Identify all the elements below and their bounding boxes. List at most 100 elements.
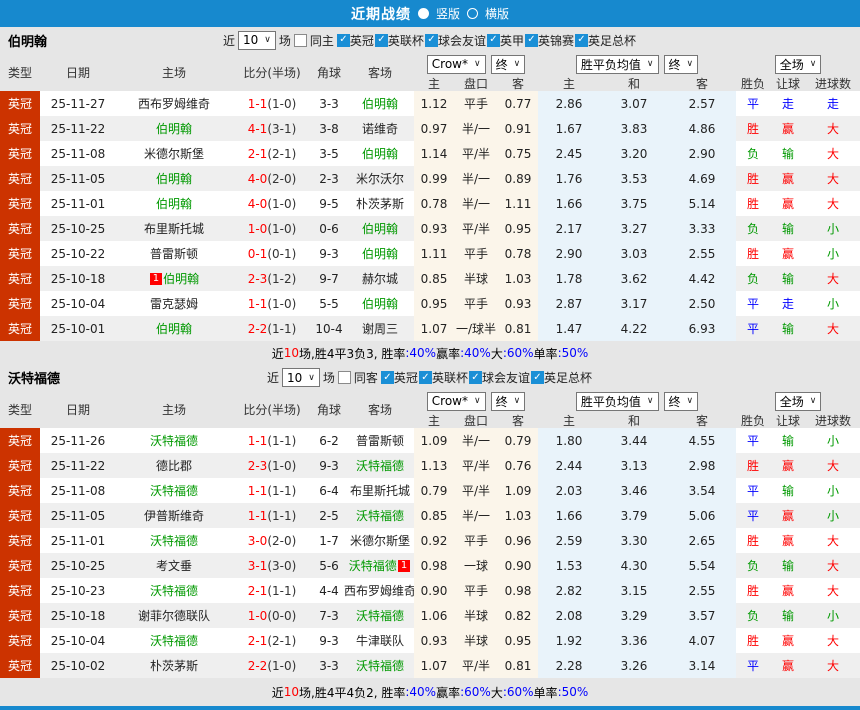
avg-final-select[interactable]: 终 ∨ (663, 391, 699, 411)
home-team-name[interactable]: 沃特福德 (150, 582, 198, 599)
match-type-badge[interactable]: 英冠 (0, 266, 40, 291)
home-team-name[interactable]: 米德尔斯堡 (144, 145, 204, 162)
match-type-badge[interactable]: 英冠 (0, 141, 40, 166)
away-team-name[interactable]: 普雷斯顿 (356, 432, 404, 449)
avg-odds-select[interactable]: 胜平负均值 ∨ (575, 54, 659, 74)
away-team-name[interactable]: 诺维奇 (362, 120, 398, 137)
match-type-badge[interactable]: 英冠 (0, 628, 40, 653)
home-team-name[interactable]: 伯明翰 (156, 195, 192, 212)
match-type-badge[interactable]: 英冠 (0, 453, 40, 478)
league-filter[interactable]: ✓ 球会友谊 (468, 369, 530, 386)
league-filter[interactable]: ✓ 英联杯 (418, 369, 468, 386)
match-type-badge[interactable]: 英冠 (0, 91, 40, 116)
away-team-name[interactable]: 伯明翰 (362, 220, 398, 237)
away-team-name[interactable]: 米尔沃尔 (356, 170, 404, 187)
home-team-name[interactable]: 布里斯托城 (144, 220, 204, 237)
league-checkbox[interactable]: ✓ (418, 371, 432, 384)
horizontal-layout-label[interactable]: 横版 (485, 5, 509, 22)
league-filter[interactable]: ✓ 英冠 (380, 369, 418, 386)
away-team-name[interactable]: 米德尔斯堡 (350, 532, 410, 549)
league-checkbox[interactable]: ✓ (374, 33, 388, 47)
match-type-badge[interactable]: 英冠 (0, 503, 40, 528)
away-team-name[interactable]: 赫尔城 (362, 270, 398, 287)
vertical-layout-radio[interactable] (417, 8, 429, 19)
away-team-name[interactable]: 沃特福德 (356, 507, 404, 524)
away-team-name[interactable]: 西布罗姆维奇 (344, 582, 416, 599)
match-type-badge[interactable]: 英冠 (0, 116, 40, 141)
match-type-badge[interactable]: 英冠 (0, 653, 40, 678)
match-count-select[interactable]: 10 ∨ (238, 30, 276, 50)
home-team-name[interactable]: 伯明翰 (156, 170, 192, 187)
away-team-name[interactable]: 伯明翰 (362, 95, 398, 112)
match-type-badge[interactable]: 英冠 (0, 578, 40, 603)
league-filter[interactable]: ✓ 英锦赛 (524, 32, 574, 49)
odds-final-select[interactable]: 终 ∨ (490, 391, 526, 411)
match-type-badge[interactable]: 英冠 (0, 603, 40, 628)
away-team-name[interactable]: 沃特福德 (356, 607, 404, 624)
home-team-name[interactable]: 伯明翰 (163, 270, 199, 287)
home-team-name[interactable]: 沃特福德 (150, 432, 198, 449)
handicap-outcome: 输 (781, 559, 794, 573)
match-type-badge[interactable]: 英冠 (0, 528, 40, 553)
goals-outcome: 大 (826, 172, 839, 186)
league-checkbox[interactable]: ✓ (468, 371, 482, 384)
league-checkbox[interactable]: ✓ (424, 33, 438, 47)
match-type-badge[interactable]: 英冠 (0, 316, 40, 341)
match-type-badge[interactable]: 英冠 (0, 291, 40, 316)
away-team-name[interactable]: 谢周三 (362, 320, 398, 337)
odds-final-select[interactable]: 终 ∨ (490, 54, 526, 74)
odds-source-select[interactable]: Crow* ∨ (426, 54, 486, 74)
away-team-name[interactable]: 伯明翰 (362, 245, 398, 262)
match-type-badge[interactable]: 英冠 (0, 191, 40, 216)
league-checkbox[interactable]: ✓ (530, 371, 544, 384)
away-team-name[interactable]: 布里斯托城 (350, 482, 410, 499)
away-team-name[interactable]: 朴茨茅斯 (356, 195, 404, 212)
match-type-badge[interactable]: 英冠 (0, 478, 40, 503)
same-venue-checkbox[interactable] (293, 33, 307, 47)
league-filter[interactable]: ✓ 英足总杯 (574, 32, 636, 49)
away-team-name[interactable]: 伯明翰 (362, 145, 398, 162)
match-type-badge[interactable]: 英冠 (0, 216, 40, 241)
home-team-name[interactable]: 沃特福德 (150, 532, 198, 549)
home-team-name[interactable]: 谢菲尔德联队 (138, 607, 210, 624)
match-type-badge[interactable]: 英冠 (0, 428, 40, 453)
home-team-name[interactable]: 雷克瑟姆 (150, 295, 198, 312)
home-team-name[interactable]: 朴茨茅斯 (150, 657, 198, 674)
away-team-name[interactable]: 沃特福德 (356, 657, 404, 674)
home-team-name[interactable]: 普雷斯顿 (150, 245, 198, 262)
home-team-name[interactable]: 考文垂 (156, 557, 192, 574)
scope-select[interactable]: 全场 ∨ (774, 391, 822, 411)
league-filter[interactable]: ✓ 英足总杯 (530, 369, 592, 386)
away-team-name[interactable]: 沃特福德 (356, 457, 404, 474)
home-team-name[interactable]: 沃特福德 (150, 632, 198, 649)
horizontal-layout-radio[interactable] (467, 8, 478, 19)
league-checkbox[interactable]: ✓ (486, 33, 500, 47)
home-team-name[interactable]: 伯明翰 (156, 320, 192, 337)
away-team-name[interactable]: 沃特福德 (349, 557, 397, 574)
league-checkbox[interactable]: ✓ (336, 33, 350, 47)
match-type-badge[interactable]: 英冠 (0, 553, 40, 578)
away-team-name[interactable]: 伯明翰 (362, 295, 398, 312)
vertical-layout-label[interactable]: 竖版 (436, 5, 460, 22)
league-checkbox[interactable]: ✓ (574, 33, 588, 47)
home-team-name[interactable]: 伊普斯维奇 (144, 507, 204, 524)
home-team-name[interactable]: 沃特福德 (150, 482, 198, 499)
odds-source-select[interactable]: Crow* ∨ (426, 391, 486, 411)
home-team-name[interactable]: 伯明翰 (156, 120, 192, 137)
league-filter[interactable]: ✓ 英甲 (486, 32, 524, 49)
match-type-badge[interactable]: 英冠 (0, 241, 40, 266)
league-checkbox[interactable]: ✓ (380, 371, 394, 384)
home-team-name[interactable]: 西布罗姆维奇 (138, 95, 210, 112)
scope-select[interactable]: 全场 ∨ (774, 54, 822, 74)
league-filter[interactable]: ✓ 球会友谊 (424, 32, 486, 49)
home-team-name[interactable]: 德比郡 (156, 457, 192, 474)
away-team-name[interactable]: 牛津联队 (356, 632, 404, 649)
match-type-badge[interactable]: 英冠 (0, 166, 40, 191)
same-venue-checkbox[interactable] (337, 371, 351, 384)
league-filter[interactable]: ✓ 英冠 (336, 32, 374, 49)
league-checkbox[interactable]: ✓ (524, 33, 538, 47)
league-filter[interactable]: ✓ 英联杯 (374, 32, 424, 49)
avg-odds-select[interactable]: 胜平负均值 ∨ (575, 391, 659, 411)
avg-final-select[interactable]: 终 ∨ (663, 54, 699, 74)
match-count-select[interactable]: 10 ∨ (282, 368, 320, 387)
